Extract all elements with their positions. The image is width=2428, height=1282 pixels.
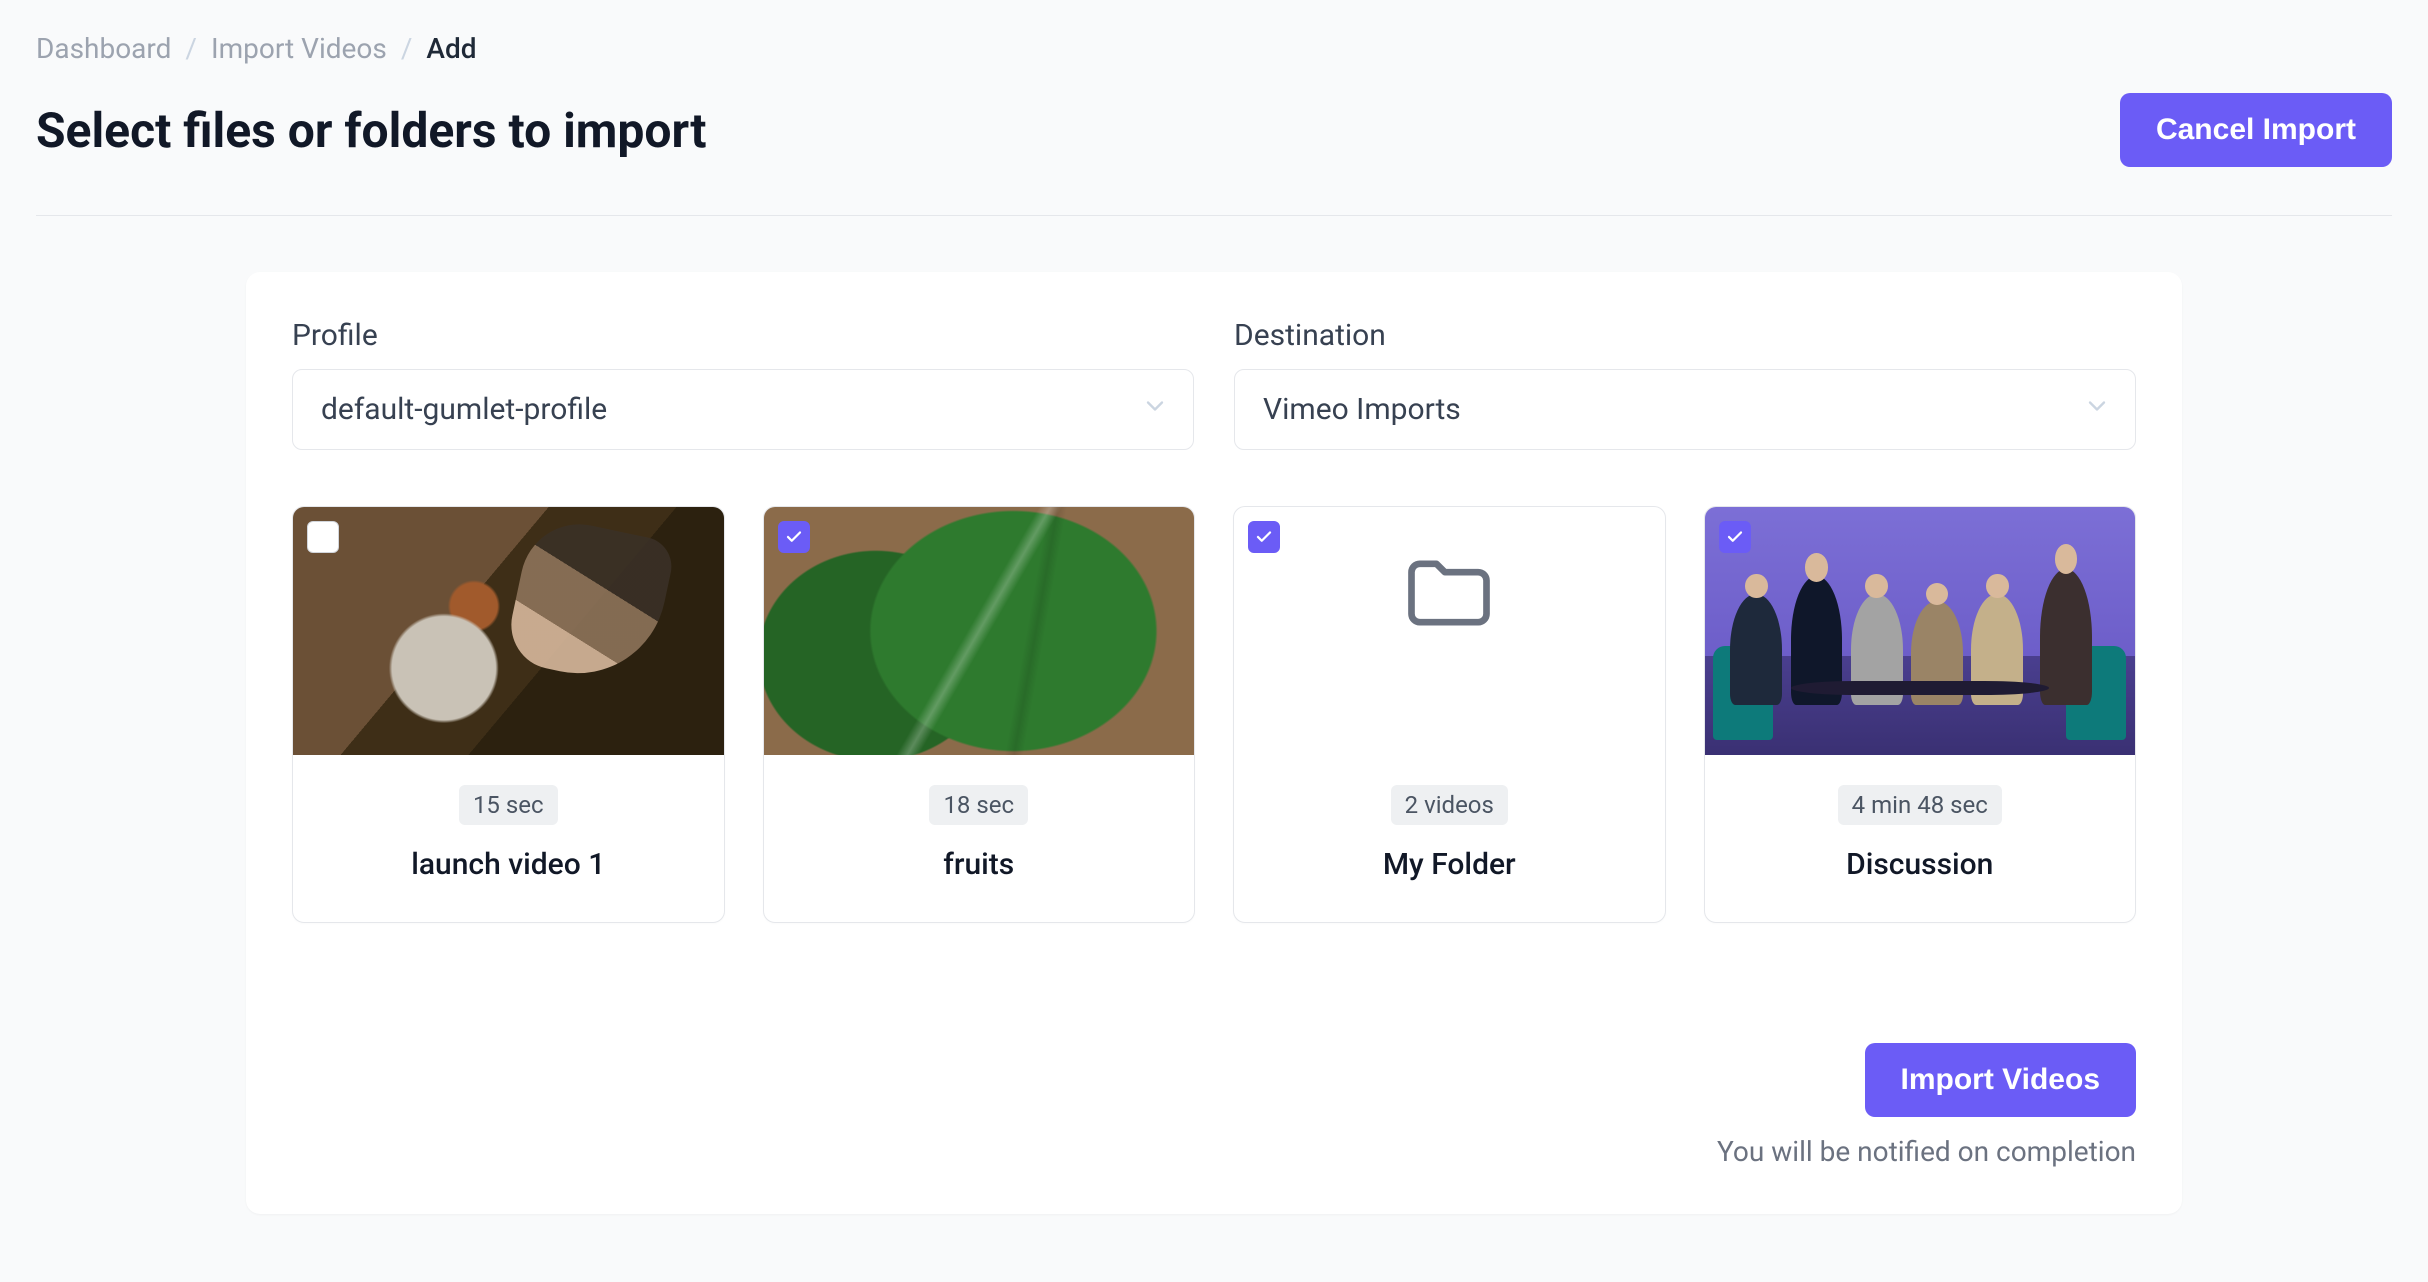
item-meta-badge: 4 min 48 sec xyxy=(1838,785,2002,825)
cancel-import-button[interactable]: Cancel Import xyxy=(2120,93,2392,167)
item-tile[interactable]: 2 videos My Folder xyxy=(1233,506,1666,923)
chevron-down-icon xyxy=(2083,392,2111,428)
item-checkbox[interactable] xyxy=(778,521,810,553)
destination-label: Destination xyxy=(1234,318,2136,353)
item-meta-badge: 18 sec xyxy=(929,785,1028,825)
import-card: Profile default-gumlet-profile Destinati… xyxy=(246,272,2182,1214)
profile-select[interactable]: default-gumlet-profile xyxy=(292,369,1194,450)
item-title: Discussion xyxy=(1725,847,2116,882)
footer-note: You will be notified on completion xyxy=(292,1135,2136,1168)
item-tile[interactable]: 15 sec launch video 1 xyxy=(292,506,725,923)
breadcrumb-item-add: Add xyxy=(426,32,476,65)
item-title: My Folder xyxy=(1254,847,1645,882)
item-thumbnail xyxy=(764,507,1195,755)
items-grid: 15 sec launch video 1 18 sec fruits xyxy=(292,506,2136,923)
item-checkbox[interactable] xyxy=(307,521,339,553)
check-icon xyxy=(1726,528,1744,546)
destination-group: Destination Vimeo Imports xyxy=(1234,318,2136,450)
item-title: fruits xyxy=(784,847,1175,882)
item-tile[interactable]: 18 sec fruits xyxy=(763,506,1196,923)
item-checkbox[interactable] xyxy=(1248,521,1280,553)
destination-select[interactable]: Vimeo Imports xyxy=(1234,369,2136,450)
import-videos-button[interactable]: Import Videos xyxy=(1865,1043,2136,1117)
breadcrumb-sep: / xyxy=(185,32,197,65)
destination-value: Vimeo Imports xyxy=(1263,392,1461,427)
item-thumbnail xyxy=(1234,507,1665,755)
folder-icon xyxy=(1389,543,1509,643)
breadcrumb-sep: / xyxy=(401,32,413,65)
page-title: Select files or folders to import xyxy=(36,102,706,159)
profile-group: Profile default-gumlet-profile xyxy=(292,318,1194,450)
breadcrumb-item-import-videos[interactable]: Import Videos xyxy=(211,32,387,65)
item-title: launch video 1 xyxy=(313,847,704,882)
item-checkbox[interactable] xyxy=(1719,521,1751,553)
check-icon xyxy=(785,528,803,546)
item-meta-badge: 2 videos xyxy=(1391,785,1508,825)
breadcrumb-item-dashboard[interactable]: Dashboard xyxy=(36,32,171,65)
item-meta-badge: 15 sec xyxy=(459,785,558,825)
item-tile[interactable]: 4 min 48 sec Discussion xyxy=(1704,506,2137,923)
item-thumbnail xyxy=(1705,507,2136,755)
profile-value: default-gumlet-profile xyxy=(321,392,607,427)
item-thumbnail xyxy=(293,507,724,755)
chevron-down-icon xyxy=(1141,392,1169,428)
check-icon xyxy=(1255,528,1273,546)
breadcrumb: Dashboard / Import Videos / Add xyxy=(36,32,2392,65)
profile-label: Profile xyxy=(292,318,1194,353)
